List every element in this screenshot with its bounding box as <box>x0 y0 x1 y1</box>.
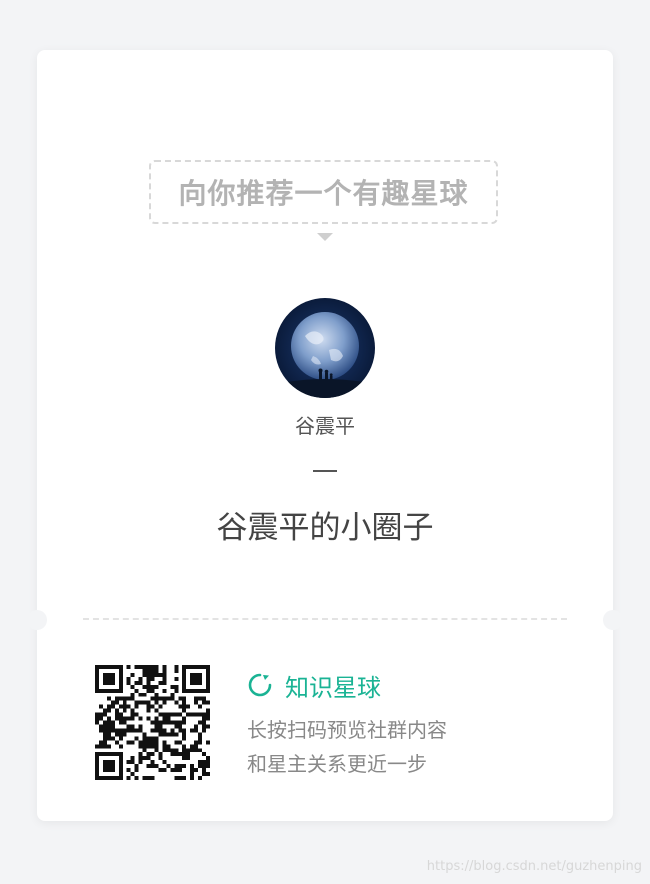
separator-dash <box>313 470 337 472</box>
dashed-divider <box>83 618 567 620</box>
owner-name: 谷震平 <box>295 414 355 438</box>
left-notch <box>27 610 47 630</box>
earth-avatar-icon <box>275 298 375 398</box>
avatar[interactable] <box>275 298 375 398</box>
banner-pointer-icon <box>317 233 333 241</box>
brand-name: 知识星球 <box>285 673 381 702</box>
recommend-banner: 向你推荐一个有趣星球 <box>149 160 498 224</box>
brand: 知识星球 <box>247 670 381 702</box>
qr-code[interactable] <box>95 665 210 780</box>
banner-text: 向你推荐一个有趣星球 <box>178 177 469 210</box>
right-notch <box>603 610 623 630</box>
description-line-1: 长按扫码预览社群内容 <box>247 718 447 742</box>
circle-title: 谷震平的小圈子 <box>216 510 434 546</box>
refresh-ring-icon <box>248 673 272 697</box>
watermark: https://blog.csdn.net/guzhenping <box>426 859 642 874</box>
description-line-2: 和星主关系更近一步 <box>247 752 427 776</box>
share-card: 向你推荐一个有趣星球 谷震平 谷震平的小圈子 知识星球 长按扫码预览社群内容 和… <box>27 50 623 821</box>
qr-code-icon <box>95 665 210 780</box>
